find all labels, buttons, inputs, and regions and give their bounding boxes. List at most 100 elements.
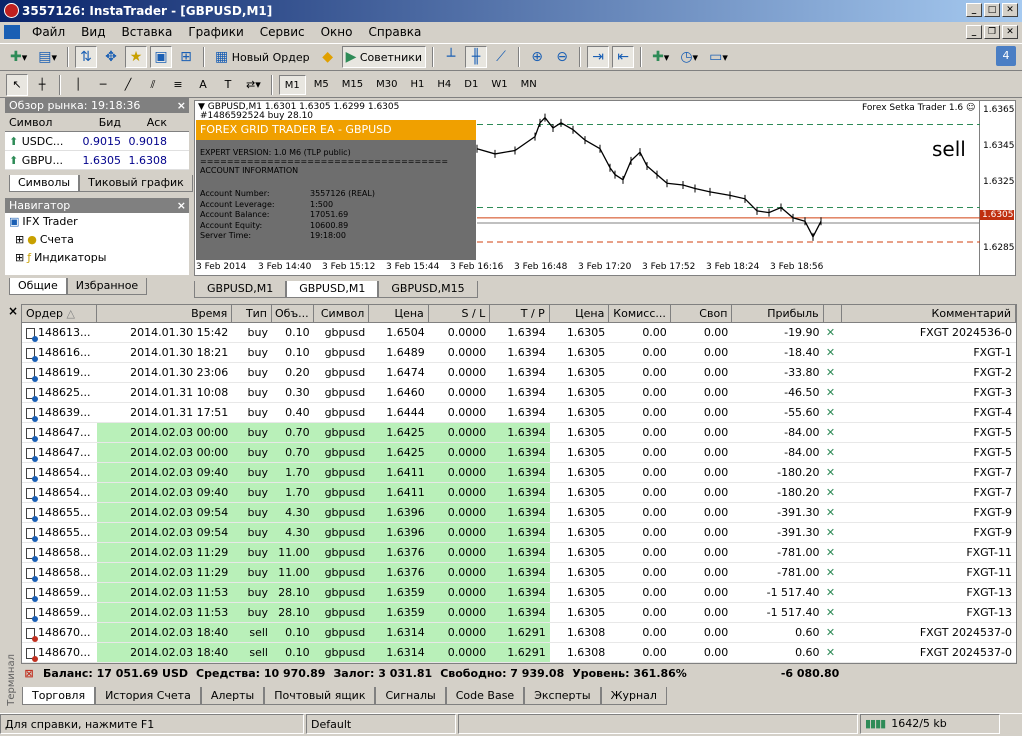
table-row[interactable]: 148625... 2014.01.31 10:08 buy 0.30 gbpusd 1.… [22,383,1016,403]
col-current-price[interactable]: Цена [550,305,610,322]
connection-status[interactable]: ▮▮▮▮ 1642/5 kb [860,714,1000,734]
timeframe-m1[interactable]: M1 [278,74,306,95]
col-order[interactable]: Ордер △ [22,305,98,322]
periods-button[interactable]: ◷ ▾ [676,46,702,68]
market-watch-row[interactable]: ⬆ USDC... 0.9015 0.9018 [5,132,189,151]
menu-view[interactable]: Вид [73,22,113,42]
table-row[interactable]: 148654... 2014.02.03 09:40 buy 1.70 gbpusd 1.… [22,483,1016,503]
tab-signals[interactable]: Сигналы [375,687,446,705]
table-row[interactable]: 148658... 2014.02.03 11:29 buy 11.00 gbpusd 1… [22,563,1016,583]
col-time[interactable]: Время [97,305,233,322]
market-watch-row[interactable]: ⬆ GBPU... 1.6305 1.6308 [5,151,189,170]
close-order-icon[interactable]: ✕ [824,423,842,442]
menu-charts[interactable]: Графики [180,22,251,42]
menu-insert[interactable]: Вставка [113,22,180,42]
table-row[interactable]: 148659... 2014.02.03 11:53 buy 28.10 gbpusd 1… [22,603,1016,623]
tester-button[interactable]: ⊞ [175,46,197,68]
bar-chart-button[interactable]: ┴ [440,46,462,68]
horizontal-line-button[interactable]: ─ [92,74,114,96]
col-tp[interactable]: T / P [490,305,550,322]
tab-tick-chart[interactable]: Тиковый график [79,175,193,192]
expand-icon[interactable]: ⊞ [15,231,24,249]
vertical-line-button[interactable]: │ [67,74,89,96]
table-row[interactable]: 148659... 2014.02.03 11:53 buy 28.10 gbpusd 1… [22,583,1016,603]
channel-button[interactable]: ⫽ [142,74,164,96]
timeframe-m30[interactable]: M30 [371,75,402,95]
menu-window[interactable]: Окно [313,22,361,42]
close-order-icon[interactable]: ✕ [824,483,842,502]
timeframe-h1[interactable]: H1 [405,75,429,95]
data-window-button[interactable]: ✥ [100,46,122,68]
chart-tab[interactable]: GBPUSD,M1 [194,281,287,298]
chart-shift-button[interactable]: ⇤ [612,46,635,68]
col-swap[interactable]: Своп [671,305,733,322]
price-axis[interactable]: 1.6365 1.6345 1.6325 1.6285 1.6305 [980,100,1016,276]
warning-button[interactable]: ◆ [317,46,339,68]
timeframe-w1[interactable]: W1 [486,75,512,95]
crosshair-button[interactable]: ┼ [31,74,53,96]
close-order-icon[interactable]: ✕ [824,323,842,342]
close-order-icon[interactable]: ✕ [824,603,842,622]
close-order-icon[interactable]: ✕ [824,403,842,422]
table-row[interactable]: 148654... 2014.02.03 09:40 buy 1.70 gbpusd 1.… [22,463,1016,483]
close-order-icon[interactable]: ✕ [824,523,842,542]
table-row[interactable]: 148613... 2014.01.30 15:42 buy 0.10 gbpusd 1.… [22,323,1016,343]
close-order-icon[interactable]: ✕ [824,623,842,642]
mdi-minimize-button[interactable]: _ [966,25,982,39]
tab-experts[interactable]: Эксперты [524,687,601,705]
col-profit[interactable]: Прибыль [732,305,824,322]
autoscroll-button[interactable]: ⇥ [587,46,610,68]
profiles-button[interactable]: ▤ ▾ [34,46,61,68]
menu-file[interactable]: Файл [24,22,73,42]
new-chart-button[interactable]: ✚ ▾ [6,46,31,68]
close-order-icon[interactable]: ✕ [824,503,842,522]
line-chart-button[interactable]: ⟋ [490,46,512,68]
tab-mailbox[interactable]: Почтовый ящик [264,687,376,705]
col-symbol[interactable]: Символ [314,305,370,322]
close-order-icon[interactable]: ✕ [824,363,842,382]
notifications-badge[interactable]: 4 [996,46,1016,66]
minimize-button[interactable]: _ [966,3,982,17]
close-order-icon[interactable]: ✕ [824,543,842,562]
nav-item-accounts[interactable]: ⊞ ● Счета [5,231,189,249]
table-row[interactable]: 148658... 2014.02.03 11:29 buy 11.00 gbpusd 1… [22,543,1016,563]
candles-button[interactable]: ╫ [465,46,488,68]
terminal-button[interactable]: ▣ [150,46,173,68]
timeframe-h4[interactable]: H4 [432,75,456,95]
col-type[interactable]: Тип [232,305,272,322]
trendline-button[interactable]: ╱ [117,74,139,96]
col-symbol[interactable]: Символ [5,113,71,131]
expand-icon[interactable]: ⊞ [15,249,24,267]
tab-account-history[interactable]: История Счета [95,687,201,705]
close-order-icon[interactable]: ✕ [824,383,842,402]
col-ask[interactable]: Аск [125,113,171,131]
tab-code-base[interactable]: Code Base [445,687,525,705]
table-row[interactable]: 148619... 2014.01.30 23:06 buy 0.20 gbpusd 1.… [22,363,1016,383]
table-row[interactable]: 148647... 2014.02.03 00:00 buy 0.70 gbpusd 1.… [22,443,1016,463]
mdi-restore-button[interactable]: ❐ [984,25,1000,39]
close-icon[interactable]: × [177,198,186,213]
table-row[interactable]: 148670... 2014.02.03 18:40 sell 0.10 gbpusd 1… [22,643,1016,663]
chart-tab[interactable]: GBPUSD,M15 [378,281,478,298]
text-button[interactable]: A [192,74,214,96]
templates-button[interactable]: ▭ ▾ [705,46,732,68]
timeframe-d1[interactable]: D1 [459,75,483,95]
col-commission[interactable]: Комисс... [609,305,671,322]
expert-advisors-button[interactable]: ▶ Советники [341,46,427,68]
close-order-icon[interactable]: ✕ [824,463,842,482]
chart-window-icon[interactable] [4,25,20,39]
menu-tools[interactable]: Сервис [252,22,313,42]
zoom-out-button[interactable]: ⊖ [551,46,573,68]
arrows-button[interactable]: ⇄ ▾ [242,74,265,96]
col-volume[interactable]: Объ... [272,305,314,322]
menu-help[interactable]: Справка [361,22,430,42]
close-order-icon[interactable]: ✕ [824,563,842,582]
mdi-close-button[interactable]: ✕ [1002,25,1018,39]
tab-journal[interactable]: Журнал [600,687,667,705]
app-icon[interactable] [4,3,19,18]
table-row[interactable]: 148639... 2014.01.31 17:51 buy 0.40 gbpusd 1.… [22,403,1016,423]
label-button[interactable]: T [217,74,239,96]
tab-favorites[interactable]: Избранное [66,278,148,295]
close-order-icon[interactable]: ✕ [824,583,842,602]
tab-trade[interactable]: Торговля [22,687,96,705]
